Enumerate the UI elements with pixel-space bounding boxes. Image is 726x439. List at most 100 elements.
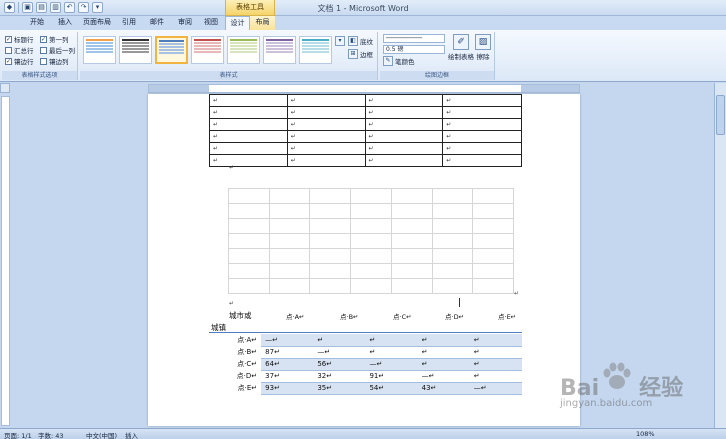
table-cell[interactable]: ↵ [469,334,522,347]
table-cell[interactable] [268,233,311,249]
table-cell[interactable] [431,263,474,279]
table-cell[interactable]: ↵ [469,358,522,371]
table-cell[interactable] [350,233,392,249]
table-style-thumb[interactable] [83,36,116,64]
banded-rows-option[interactable]: ✓ 镶边行 [5,56,34,66]
eraser-button[interactable]: ▨ 擦除 [475,34,491,61]
first-column-checkbox[interactable]: ✓ [40,35,47,43]
table-cell[interactable]: 56↵ [313,358,366,371]
table-cell[interactable]: ↵ [365,334,418,347]
horizontal-ruler[interactable] [148,84,580,93]
table-cell[interactable]: ↵ [313,334,366,347]
table-cell[interactable] [268,203,311,219]
table-cell[interactable] [228,233,270,249]
tab-view[interactable]: 视图 [198,16,224,30]
table-cell[interactable] [268,248,311,264]
table-cell[interactable]: ↵ [286,106,366,119]
shading-button[interactable]: ◧ 底纹 [348,36,373,46]
table-cell[interactable]: ↵ [286,94,366,107]
table-cell[interactable]: —↵ [417,370,470,383]
table-cell[interactable]: ↵ [209,94,288,107]
table-cell[interactable] [228,263,270,279]
status-mode[interactable]: 插入 [125,430,138,439]
table-cell[interactable]: 43↵ [417,382,470,395]
table-cell[interactable]: —↵ [469,382,522,395]
table-cell[interactable]: ↵ [364,142,444,155]
banded-columns-option[interactable]: 镶边列 [40,56,69,66]
table-cell[interactable] [472,188,514,204]
table-cell[interactable] [390,263,433,279]
table-cell[interactable] [309,233,352,249]
banded-rows-checkbox[interactable]: ✓ [5,57,12,65]
tab-layout[interactable]: 布局 [250,16,275,30]
table-cell[interactable]: ↵ [286,154,366,167]
table-style-thumb[interactable] [299,36,332,64]
table-cell[interactable]: 93↵ [261,382,314,395]
table-cell[interactable] [350,278,392,294]
table-style-thumb[interactable] [263,36,296,64]
table-cell[interactable]: 32↵ [313,370,366,383]
status-words[interactable]: 字数: 43 [38,430,64,439]
table-cell[interactable]: ↵ [364,118,444,131]
table-cell[interactable]: 64↵ [261,358,314,371]
table-cell[interactable]: 54↵ [365,382,418,395]
scroll-thumb[interactable] [716,95,725,135]
table-cell[interactable] [350,218,392,234]
table-cell[interactable] [268,278,311,294]
table-cell[interactable] [390,218,433,234]
table-cell[interactable]: ↵ [286,130,366,143]
table-cell[interactable] [309,263,352,279]
table-cell[interactable]: ↵ [417,334,470,347]
pen-weight-select[interactable]: 0.5 磅 [383,45,445,54]
table-cell[interactable] [472,233,514,249]
table-cell[interactable] [431,188,474,204]
tab-home[interactable]: 开始 [24,16,50,30]
banded-columns-checkbox[interactable] [40,57,47,65]
first-column-option[interactable]: ✓ 第一列 [40,34,69,44]
table-cell[interactable] [228,203,270,219]
table-cell[interactable] [228,248,270,264]
table-cell[interactable]: ↵ [209,106,288,119]
row-label[interactable]: 点·C↵ [209,358,262,370]
draw-table-button[interactable]: ✐ 绘制表格 [448,34,474,61]
table-style-thumb[interactable] [191,36,224,64]
table-cell[interactable]: ↵ [442,154,522,167]
status-zoom[interactable]: 108% [636,430,655,438]
table-cell[interactable] [390,203,433,219]
table-cell[interactable] [431,248,474,264]
row-label[interactable]: 点·D↵ [209,370,262,382]
table-cell[interactable]: —↵ [261,334,314,347]
table-cell[interactable] [350,203,392,219]
last-column-option[interactable]: 最后一列 [40,45,75,55]
table-style-thumb[interactable] [227,36,260,64]
table-cell[interactable] [390,278,433,294]
table-cell[interactable]: ↵ [442,142,522,155]
table-cell[interactable] [268,263,311,279]
table-cell[interactable]: ↵ [442,130,522,143]
vertical-ruler[interactable] [1,96,10,426]
table-cell[interactable]: ↵ [442,118,522,131]
table-cell[interactable] [228,188,270,204]
tab-selector-icon[interactable] [0,83,10,93]
tab-page-layout[interactable]: 页面布局 [80,16,114,30]
table-cell[interactable]: ↵ [209,154,288,167]
total-row-checkbox[interactable] [5,46,12,54]
table-cell[interactable] [472,248,514,264]
table-cell[interactable] [350,188,392,204]
table-style-thumb-selected[interactable] [155,36,188,64]
table-cell[interactable] [268,188,311,204]
total-row-option[interactable]: 汇总行 [5,45,34,55]
table-cell[interactable] [431,203,474,219]
table-style-thumb[interactable] [119,36,152,64]
table-cell[interactable]: 91↵ [365,370,418,383]
table-cell[interactable] [472,203,514,219]
table-cell[interactable]: ↵ [417,346,470,359]
table-cell[interactable]: 87↵ [261,346,314,359]
table-cell[interactable] [390,248,433,264]
tab-design[interactable]: 设计 [225,16,250,30]
tab-mailings[interactable]: 邮件 [144,16,170,30]
table-cell[interactable] [472,278,514,294]
last-column-checkbox[interactable] [40,46,47,54]
table-cell[interactable] [390,188,433,204]
pen-style-select[interactable]: ────────── [383,34,445,43]
